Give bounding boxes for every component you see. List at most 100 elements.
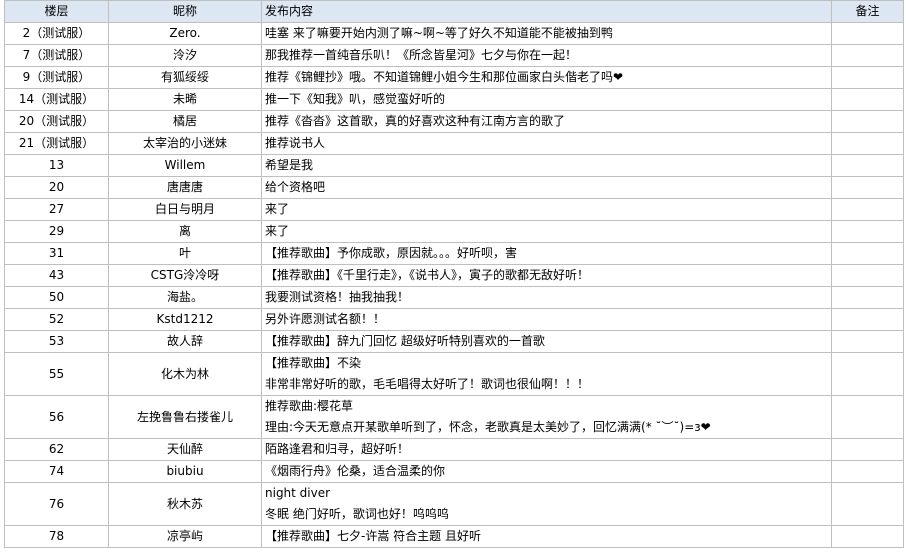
floor-cell[interactable]: 74 [4,460,109,483]
nickname-cell[interactable]: 未晞 [108,88,262,111]
header-nickname[interactable]: 昵称 [108,0,262,23]
floor-cell[interactable]: 20 [4,176,109,199]
nickname-cell[interactable]: Willem [108,154,262,177]
note-cell[interactable] [831,352,904,396]
nickname-cell[interactable]: Kstd1212 [108,308,262,331]
content-line: 推荐《沓沓》这首歌，真的好喜欢这种有江南方言的歌了 [265,114,566,128]
note-cell[interactable] [831,176,904,199]
note-cell[interactable] [831,220,904,243]
note-cell[interactable] [831,66,904,89]
nickname-cell[interactable]: 太宰治的小迷妹 [108,132,262,155]
floor-cell[interactable]: 55 [4,352,109,396]
nickname-cell[interactable]: biubiu [108,460,262,483]
nickname-cell[interactable]: CSTG泠冷呀 [108,264,262,287]
nickname-cell[interactable]: 化木为林 [108,352,262,396]
note-cell[interactable] [831,286,904,309]
floor-cell[interactable]: 21（测试服） [4,132,109,155]
floor-cell[interactable]: 7（测试服） [4,44,109,67]
nickname-cell[interactable]: 海盐。 [108,286,262,309]
note-cell[interactable] [831,88,904,111]
floor-cell[interactable]: 20（测试服） [4,110,109,133]
nickname-cell[interactable]: 左挽鲁鲁右搂雀儿 [108,395,262,439]
header-floor[interactable]: 楼层 [4,0,109,23]
nickname-cell[interactable]: 叶 [108,242,262,265]
content-line: 那我推荐一首纯音乐叭！《所念皆星河》七夕与你在一起！ [265,48,578,62]
content-cell[interactable]: 来了 [261,220,832,243]
note-cell[interactable] [831,22,904,45]
table-row: 53 故人辞 【推荐歌曲】辞九门回忆 超级好听特别喜欢的一首歌 [4,330,904,353]
content-cell[interactable]: 陌路逢君和归寻，超好听！ [261,438,832,461]
content-cell[interactable]: 【推荐歌曲】不染 非常非常好听的歌，毛毛唱得太好听了！歌词也很仙啊！！！ [261,352,832,396]
content-cell[interactable]: 【推荐歌曲】七夕-许嵩 符合主题 且好听 [261,525,832,548]
floor-cell[interactable]: 56 [4,395,109,439]
note-cell[interactable] [831,154,904,177]
floor-cell[interactable]: 78 [4,525,109,548]
note-cell[interactable] [831,395,904,439]
note-cell[interactable] [831,525,904,548]
nickname-cell[interactable]: 白日与明月 [108,198,262,221]
nickname-cell[interactable]: 有狐绥绥 [108,66,262,89]
floor-cell[interactable]: 43 [4,264,109,287]
content-cell[interactable]: 《烟雨行舟》伦桑，适合温柔的你 [261,460,832,483]
note-cell[interactable] [831,330,904,353]
floor-cell[interactable]: 14（测试服） [4,88,109,111]
table-row: 21（测试服） 太宰治的小迷妹 推荐说书人 [4,132,904,155]
content-cell[interactable]: 给个资格吧 [261,176,832,199]
table-row: 56 左挽鲁鲁右搂雀儿 推荐歌曲:樱花草 理由:今天无意点开某歌单听到了，怀念，老歌真… [4,395,904,439]
content-cell[interactable]: 另外许愿测试名额！！ [261,308,832,331]
content-cell[interactable]: 推一下《知我》叭，感觉蛮好听的 [261,88,832,111]
nickname-cell[interactable]: 天仙醉 [108,438,262,461]
floor-cell[interactable]: 53 [4,330,109,353]
nickname-cell[interactable]: Zero. [108,22,262,45]
note-cell[interactable] [831,264,904,287]
nickname-cell[interactable]: 橘居 [108,110,262,133]
table-row: 43 CSTG泠冷呀 【推荐歌曲】《千里行走》，《说书人》，寅子的歌都无敌好听！ [4,264,904,287]
floor-cell[interactable]: 62 [4,438,109,461]
table-row: 74 biubiu 《烟雨行舟》伦桑，适合温柔的你 [4,460,904,483]
nickname-cell[interactable]: 唐唐唐 [108,176,262,199]
content-cell[interactable]: 【推荐歌曲】予你成歌，原因就。。。好听呗，害 [261,242,832,265]
floor-cell[interactable]: 13 [4,154,109,177]
content-cell[interactable]: 推荐《沓沓》这首歌，真的好喜欢这种有江南方言的歌了 [261,110,832,133]
floor-cell[interactable]: 76 [4,482,109,526]
content-line: 推荐《锦鲤抄》哦。不知道锦鲤小姐今生和那位画家白头偕老了吗❤ [265,70,624,84]
nickname-cell[interactable]: 故人辞 [108,330,262,353]
table-row: 50 海盐。 我要测试资格！抽我抽我！ [4,286,904,309]
content-line: 冬眠 绝门好听，歌词也好！呜呜呜 [265,507,449,521]
content-cell[interactable]: 推荐说书人 [261,132,832,155]
content-cell[interactable]: 【推荐歌曲】辞九门回忆 超级好听特别喜欢的一首歌 [261,330,832,353]
note-cell[interactable] [831,308,904,331]
content-cell[interactable]: 哇塞 来了嘛要开始内测了嘛~啊~等了好久不知道能不能被抽到鸭 [261,22,832,45]
content-line: 《烟雨行舟》伦桑，适合温柔的你 [265,464,446,478]
content-cell[interactable]: 那我推荐一首纯音乐叭！《所念皆星河》七夕与你在一起！ [261,44,832,67]
nickname-cell[interactable]: 秋木苏 [108,482,262,526]
header-content[interactable]: 发布内容 [261,0,832,23]
floor-cell[interactable]: 50 [4,286,109,309]
note-cell[interactable] [831,242,904,265]
note-cell[interactable] [831,132,904,155]
floor-cell[interactable]: 52 [4,308,109,331]
content-cell[interactable]: 来了 [261,198,832,221]
floor-cell[interactable]: 27 [4,198,109,221]
floor-cell[interactable]: 9（测试服） [4,66,109,89]
nickname-cell[interactable]: 离 [108,220,262,243]
content-cell[interactable]: 我要测试资格！抽我抽我！ [261,286,832,309]
floor-cell[interactable]: 31 [4,242,109,265]
note-cell[interactable] [831,198,904,221]
floor-cell[interactable]: 2（测试服） [4,22,109,45]
nickname-cell[interactable]: 凉亭屿 [108,525,262,548]
note-cell[interactable] [831,110,904,133]
content-cell[interactable]: night diver 冬眠 绝门好听，歌词也好！呜呜呜 [261,482,832,526]
content-cell[interactable]: 【推荐歌曲】《千里行走》，《说书人》，寅子的歌都无敌好听！ [261,264,832,287]
note-cell[interactable] [831,438,904,461]
content-line: 【推荐歌曲】七夕-许嵩 符合主题 且好听 [265,529,481,543]
content-cell[interactable]: 推荐歌曲:樱花草 理由:今天无意点开某歌单听到了，怀念，老歌真是太美妙了，回忆满满… [261,395,832,439]
nickname-cell[interactable]: 泠汐 [108,44,262,67]
header-note[interactable]: 备注 [831,0,904,23]
content-cell[interactable]: 推荐《锦鲤抄》哦。不知道锦鲤小姐今生和那位画家白头偕老了吗❤ [261,66,832,89]
floor-cell[interactable]: 29 [4,220,109,243]
note-cell[interactable] [831,482,904,526]
note-cell[interactable] [831,460,904,483]
content-cell[interactable]: 希望是我 [261,154,832,177]
note-cell[interactable] [831,44,904,67]
